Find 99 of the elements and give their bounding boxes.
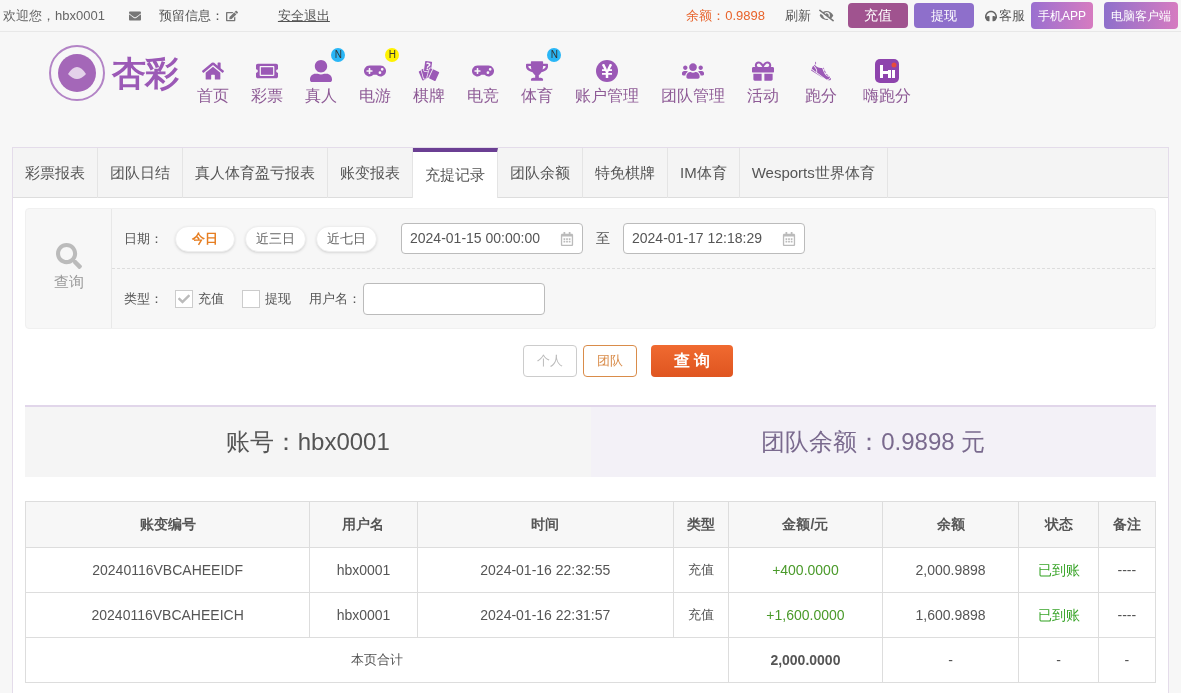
table-cell: ---- <box>1098 592 1156 638</box>
trophy-icon <box>526 60 549 82</box>
hi-app-icon <box>875 59 900 83</box>
nav-label[interactable]: 电游 <box>359 84 392 108</box>
column-header: 类型 <box>673 501 729 548</box>
table-cell: 充值 <box>673 592 729 638</box>
table-cell: 2,000.9898 <box>882 547 1019 593</box>
nav-label[interactable]: 首页 <box>197 84 230 108</box>
search-icon <box>55 243 82 270</box>
refresh-link[interactable]: 刷新 <box>785 5 811 26</box>
eye-slash-icon[interactable] <box>819 8 834 23</box>
check-icon <box>178 293 190 305</box>
nav-badge: N <box>331 48 346 62</box>
withdraw-button[interactable]: 提现 <box>914 3 974 28</box>
logo-text: 杏彩 <box>112 52 179 94</box>
column-header: 金额/元 <box>728 501 883 548</box>
scope-button[interactable]: 团队 <box>583 345 637 377</box>
nav-label[interactable]: 电竞 <box>467 84 500 108</box>
nav-label[interactable]: 真人 <box>305 84 338 108</box>
report-tab[interactable]: IM体育 <box>668 148 740 198</box>
envelope-icon[interactable] <box>128 9 141 22</box>
table-cell: 充值 <box>673 547 729 593</box>
report-tab[interactable]: 真人体育盈亏报表 <box>183 148 328 198</box>
table-cell: - <box>1018 637 1099 683</box>
column-header: 用户名 <box>309 501 418 548</box>
column-header: 时间 <box>417 501 674 548</box>
nav-label[interactable]: 棋牌 <box>413 84 446 108</box>
flower-logo-icon <box>48 44 106 102</box>
table-cell: hbx0001 <box>309 592 418 638</box>
nav-label[interactable]: 团队管理 <box>661 84 726 108</box>
calendar-icon[interactable] <box>560 231 574 246</box>
column-header: 状态 <box>1018 501 1099 548</box>
team-balance-panel: 团队余额：0.9898 元 <box>590 407 1156 477</box>
nav-label[interactable]: 嗨跑分 <box>863 84 912 108</box>
type-label: 类型： <box>124 290 163 309</box>
table-cell: - <box>882 637 1019 683</box>
logout-link[interactable]: 安全退出 <box>277 5 330 26</box>
nav-label[interactable]: 活动 <box>747 84 780 108</box>
person-icon <box>310 60 333 82</box>
table-cell: +400.0000 <box>728 547 883 593</box>
customer-service-link[interactable]: 客服 <box>999 5 1025 26</box>
table-cell: 2024-01-16 22:31:57 <box>417 592 674 638</box>
edit-icon[interactable] <box>225 9 238 22</box>
gift-icon <box>752 60 775 82</box>
mobile-app-button[interactable]: 手机APP <box>1031 2 1093 29</box>
nav-label[interactable]: 彩票 <box>251 84 284 108</box>
report-tab[interactable]: 充提记录 <box>413 148 498 198</box>
username-input[interactable] <box>363 283 545 315</box>
table-cell: 已到账 <box>1018 547 1099 593</box>
to-label: 至 <box>596 229 610 248</box>
table-cell: hbx0001 <box>309 547 418 593</box>
start-date-field[interactable]: 2024-01-15 00:00:00 <box>401 223 583 254</box>
date-label: 日期： <box>124 229 163 248</box>
nav-badge: H <box>385 48 400 62</box>
date-range-pill[interactable]: 近三日 <box>245 225 306 252</box>
nav-label[interactable]: 账户管理 <box>575 84 640 108</box>
table-cell: 2024-01-16 22:32:55 <box>417 547 674 593</box>
table-cell: 本页合计 <box>25 637 729 683</box>
checkbox-label[interactable]: 充值 <box>198 289 224 309</box>
pc-client-button[interactable]: 电脑客户端 <box>1104 2 1178 29</box>
yen-coin-icon <box>596 60 619 82</box>
table-cell: 1,600.9898 <box>882 592 1019 638</box>
people-icon <box>682 60 705 82</box>
account-panel: 账号：hbx0001 <box>25 407 591 477</box>
report-tab[interactable]: 彩票报表 <box>13 148 98 198</box>
balance-text: 余额：0.9898 <box>686 6 765 25</box>
date-range-pill[interactable]: 今日 <box>175 225 235 252</box>
checkbox[interactable] <box>175 290 193 308</box>
report-tab[interactable]: Wesports世界体育 <box>739 148 888 198</box>
nav-badge: N <box>547 48 562 62</box>
checkbox[interactable] <box>242 290 260 308</box>
headset-icon[interactable] <box>985 9 997 22</box>
report-tab[interactable]: 特免棋牌 <box>583 148 668 198</box>
column-header: 备注 <box>1098 501 1156 548</box>
reserved-message-label: 预留信息： <box>158 6 224 25</box>
table-cell: ---- <box>1098 547 1156 593</box>
nav-label[interactable]: 体育 <box>521 84 554 108</box>
table-cell: 20240116VBCAHEEIDF <box>25 547 310 593</box>
deposit-button[interactable]: 充值 <box>848 3 908 28</box>
report-tab[interactable]: 团队日结 <box>98 148 183 198</box>
cards-icon <box>418 60 441 82</box>
table-cell: 已到账 <box>1018 592 1099 638</box>
calendar-icon[interactable] <box>782 231 796 246</box>
welcome-text: 欢迎您，hbx0001 <box>3 6 105 25</box>
username-label: 用户名： <box>309 290 361 309</box>
query-button[interactable]: 查 询 <box>651 345 733 377</box>
date-range-pill[interactable]: 近七日 <box>316 225 377 252</box>
checkbox-label[interactable]: 提现 <box>265 289 291 309</box>
table-cell: +1,600.0000 <box>728 592 883 638</box>
column-header: 账变编号 <box>25 501 310 548</box>
house-icon <box>202 60 225 82</box>
end-date-field[interactable]: 2024-01-17 12:18:29 <box>623 223 805 254</box>
table-cell: 2,000.0000 <box>728 637 883 683</box>
report-tab[interactable]: 团队余额 <box>498 148 583 198</box>
table-cell: 20240116VBCAHEEICH <box>25 592 310 638</box>
column-header: 余额 <box>882 501 1019 548</box>
table-cell: - <box>1098 637 1156 683</box>
nav-label[interactable]: 跑分 <box>805 84 838 108</box>
search-caption: 查询 <box>53 272 84 293</box>
